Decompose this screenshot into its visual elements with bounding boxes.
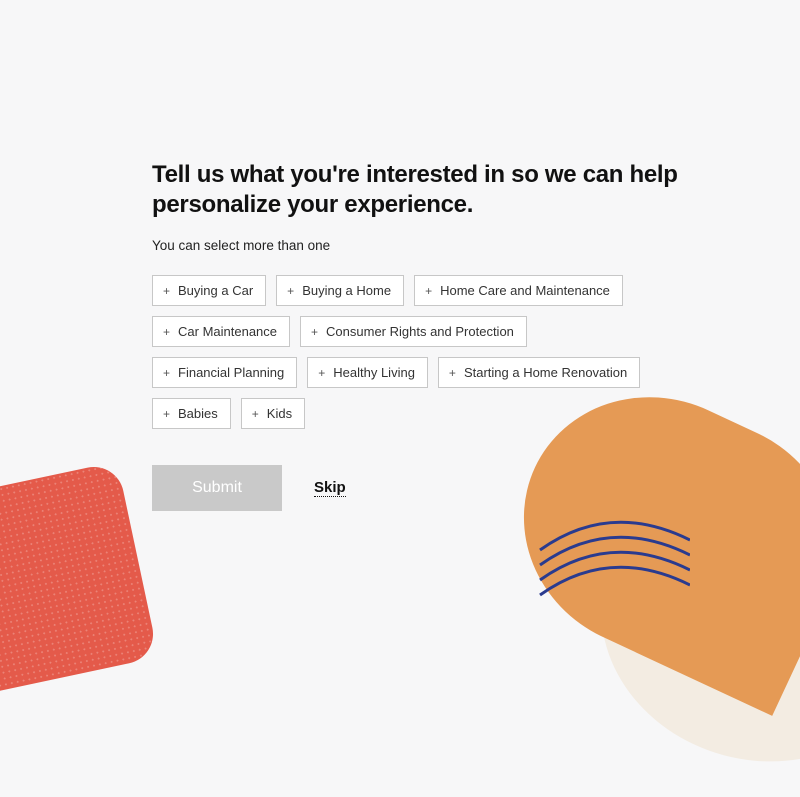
page-subtitle: You can select more than one	[152, 238, 680, 253]
interest-chip-financial-planning[interactable]: + Financial Planning	[152, 357, 297, 388]
interest-chip-buying-a-home[interactable]: + Buying a Home	[276, 275, 404, 306]
interest-chip-home-renovation[interactable]: + Starting a Home Renovation	[438, 357, 640, 388]
interest-chip-kids[interactable]: + Kids	[241, 398, 305, 429]
interest-chip-consumer-rights[interactable]: + Consumer Rights and Protection	[300, 316, 527, 347]
plus-icon: +	[163, 326, 170, 338]
chip-label: Car Maintenance	[178, 324, 277, 339]
interest-chip-car-maintenance[interactable]: + Car Maintenance	[152, 316, 290, 347]
plus-icon: +	[318, 367, 325, 379]
chip-label: Financial Planning	[178, 365, 284, 380]
plus-icon: +	[163, 367, 170, 379]
skip-link[interactable]: Skip	[314, 479, 346, 497]
page-title: Tell us what you're interested in so we …	[152, 160, 680, 220]
chip-label: Healthy Living	[333, 365, 415, 380]
chip-label: Starting a Home Renovation	[464, 365, 627, 380]
plus-icon: +	[163, 285, 170, 297]
plus-icon: +	[311, 326, 318, 338]
plus-icon: +	[449, 367, 456, 379]
chip-label: Home Care and Maintenance	[440, 283, 610, 298]
interest-chip-healthy-living[interactable]: + Healthy Living	[307, 357, 428, 388]
chip-label: Consumer Rights and Protection	[326, 324, 514, 339]
chip-label: Buying a Car	[178, 283, 253, 298]
submit-button[interactable]: Submit	[152, 465, 282, 511]
chip-label: Buying a Home	[302, 283, 391, 298]
interest-chip-buying-a-car[interactable]: + Buying a Car	[152, 275, 266, 306]
plus-icon: +	[252, 408, 259, 420]
interest-chip-babies[interactable]: + Babies	[152, 398, 231, 429]
interest-chip-home-care[interactable]: + Home Care and Maintenance	[414, 275, 623, 306]
plus-icon: +	[425, 285, 432, 297]
plus-icon: +	[287, 285, 294, 297]
interest-chip-group: + Buying a Car + Buying a Home + Home Ca…	[152, 275, 672, 429]
onboarding-interest-card: Tell us what you're interested in so we …	[0, 0, 680, 511]
chip-label: Babies	[178, 406, 218, 421]
chip-label: Kids	[267, 406, 292, 421]
plus-icon: +	[163, 408, 170, 420]
action-bar: Submit Skip	[152, 465, 680, 511]
